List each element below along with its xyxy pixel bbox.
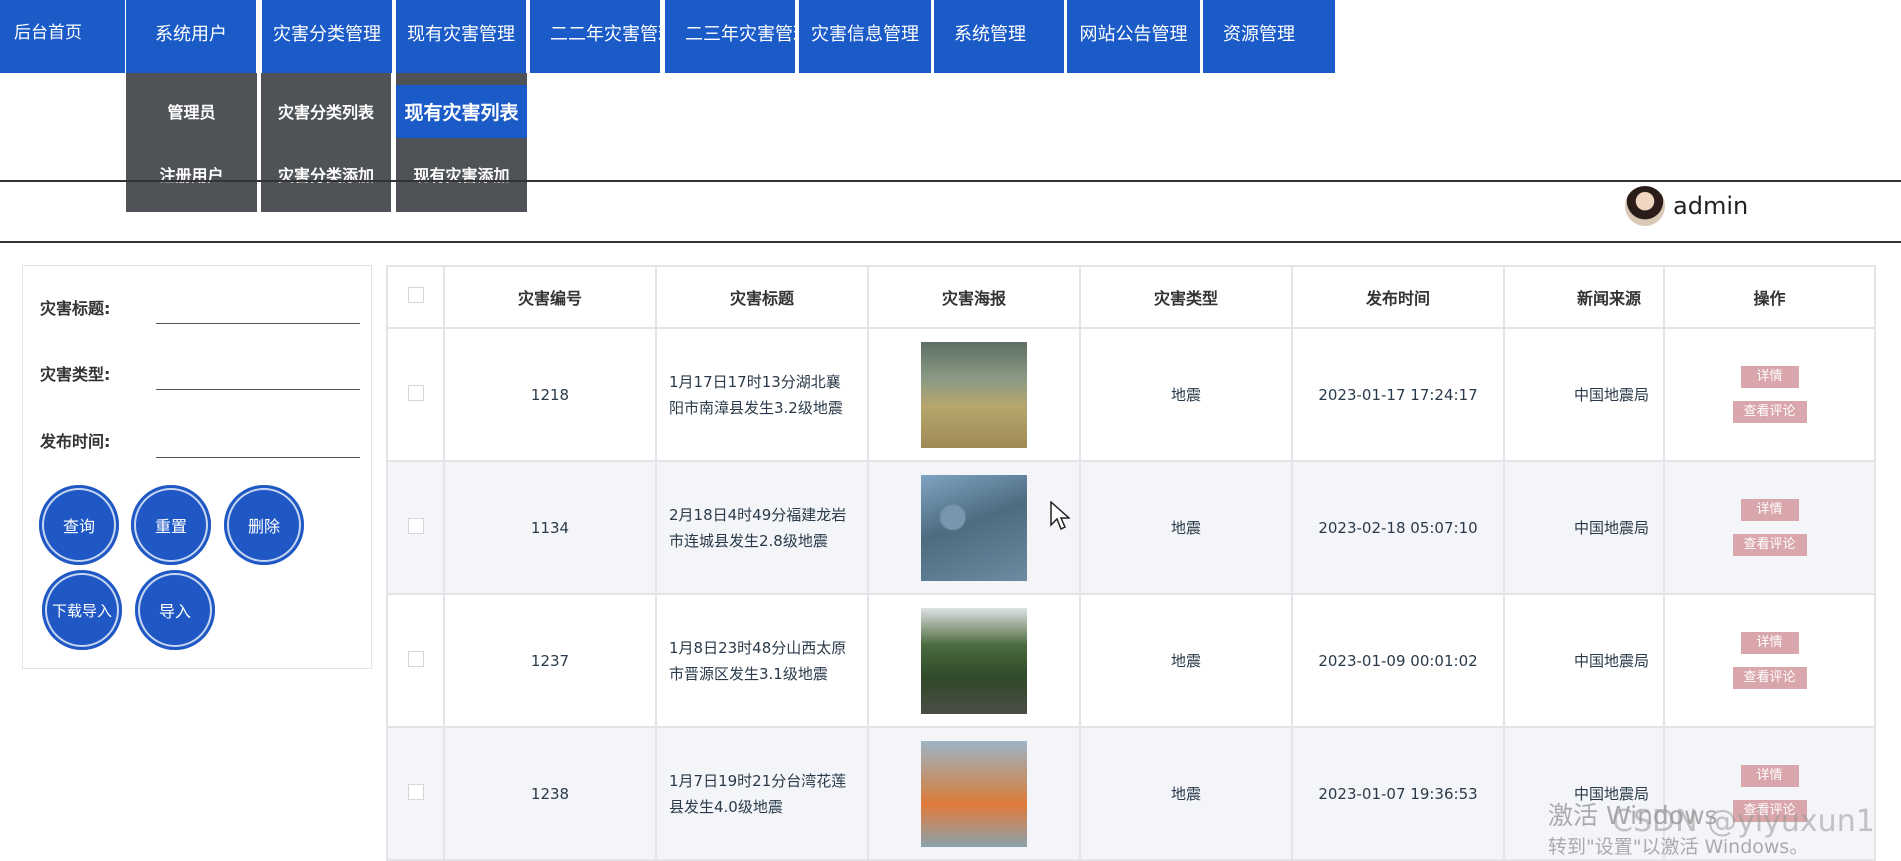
header-time: 发布时间 [1291,265,1505,329]
submenu-item-current-list[interactable]: 现有灾害列表 [396,85,527,138]
query-button[interactable]: 查询 [39,485,119,565]
nav-announcements[interactable]: 网站公告管理 [1067,0,1200,73]
detail-button[interactable]: 详情 [1740,366,1799,388]
header-source: 新闻来源 [1503,265,1665,329]
filter-panel: 灾害标题: 灾害类型: 发布时间: 查询 重置 删除 下载导入 导入 [22,265,372,669]
row-checkbox-cell[interactable] [386,726,445,861]
poster-image[interactable] [921,474,1027,581]
view-comments-button[interactable]: 查看评论 [1732,667,1807,689]
header-poster: 灾害海报 [867,265,1081,329]
nav-system-manage[interactable]: 系统管理 [934,0,1064,73]
submenu-item-category-add[interactable]: 灾害分类添加 [261,144,391,204]
mouse-cursor-icon [1050,501,1070,531]
row-actions: 详情 查看评论 [1663,593,1876,728]
row-title: 1月7日19时21分台湾花莲县发生4.0级地震 [655,726,869,861]
import-button[interactable]: 导入 [135,570,215,650]
row-checkbox-cell[interactable] [386,460,445,595]
delete-button[interactable]: 删除 [224,485,304,565]
header-divider-bottom [0,241,1901,243]
row-time: 2023-01-09 00:01:02 [1291,593,1505,728]
row-type: 地震 [1079,593,1293,728]
time-label: 发布时间: [40,432,111,451]
row-checkbox[interactable] [407,517,424,534]
type-label: 灾害类型: [40,365,111,384]
nav-system-user[interactable]: 系统用户 [126,0,256,73]
header-id: 灾害编号 [443,265,657,329]
submenu-item-category-list[interactable]: 灾害分类列表 [261,81,391,141]
avatar[interactable] [1625,186,1665,226]
row-source: 中国地震局 [1503,593,1665,728]
row-poster-cell [867,593,1081,728]
row-poster-cell [867,460,1081,595]
row-poster-cell [867,327,1081,462]
type-input[interactable] [156,361,360,390]
time-input[interactable] [156,429,360,458]
header-divider-top [0,180,1901,182]
submenu-item-admin[interactable]: 管理员 [126,81,257,141]
reset-button[interactable]: 重置 [131,485,211,565]
header-type: 灾害类型 [1079,265,1293,329]
row-checkbox-cell[interactable] [386,593,445,728]
select-all-checkbox[interactable] [407,287,424,303]
row-type: 地震 [1079,460,1293,595]
view-comments-button[interactable]: 查看评论 [1732,401,1807,423]
row-id: 1134 [443,460,657,595]
csdn-watermark: CSDN @yiyuxun1 [1612,804,1875,839]
detail-button[interactable]: 详情 [1740,632,1799,654]
view-comments-button[interactable]: 查看评论 [1732,534,1807,556]
select-all-checkbox-cell[interactable] [386,265,445,329]
nav-2022-disaster[interactable]: 二二年灾害管理 [530,0,660,73]
title-input[interactable] [156,295,360,324]
nav-disaster-info[interactable]: 灾害信息管理 [799,0,931,73]
poster-image[interactable] [921,740,1027,847]
row-actions: 详情 查看评论 [1663,460,1876,595]
header-actions: 操作 [1663,265,1876,329]
nav-2023-disaster[interactable]: 二三年灾害管理 [665,0,795,73]
nav-home[interactable]: 后台首页 [0,0,125,73]
submenu-item-registered-users[interactable]: 注册用户 [126,144,257,204]
row-time: 2023-01-17 17:24:17 [1291,327,1505,462]
table-header-row: 灾害编号 灾害标题 灾害海报 灾害类型 发布时间 新闻来源 操作 [386,265,1876,329]
submenu-item-current-add[interactable]: 现有灾害添加 [396,144,527,204]
nav-resources[interactable]: 资源管理 [1203,0,1335,73]
row-type: 地震 [1079,726,1293,861]
disaster-table: 灾害编号 灾害标题 灾害海报 灾害类型 发布时间 新闻来源 操作 1218 1月… [386,265,1876,861]
submenu-current: 现有灾害列表 现有灾害添加 [396,73,527,212]
row-id: 1237 [443,593,657,728]
row-source: 中国地震局 [1503,460,1665,595]
poster-image[interactable] [921,341,1027,448]
row-source: 中国地震局 [1503,327,1665,462]
detail-button[interactable]: 详情 [1740,765,1799,787]
row-type: 地震 [1079,327,1293,462]
row-title: 1月17日17时13分湖北襄阳市南漳县发生3.2级地震 [655,327,869,462]
row-time: 2023-01-07 19:36:53 [1291,726,1505,861]
poster-image[interactable] [921,607,1027,714]
table-row: 1134 2月18日4时49分福建龙岩市连城县发生2.8级地震 地震 2023-… [386,460,1876,595]
title-label: 灾害标题: [40,299,111,318]
row-checkbox[interactable] [407,384,424,401]
submenu-system-user: 管理员 注册用户 [126,73,257,212]
user-info[interactable]: admin [1625,186,1748,226]
username: admin [1673,192,1749,220]
row-poster-cell [867,726,1081,861]
row-checkbox[interactable] [407,783,424,800]
row-time: 2023-02-18 05:07:10 [1291,460,1505,595]
table-row: 1218 1月17日17时13分湖北襄阳市南漳县发生3.2级地震 地震 2023… [386,327,1876,462]
header-title: 灾害标题 [655,265,869,329]
table-row: 1237 1月8日23时48分山西太原市晋源区发生3.1级地震 地震 2023-… [386,593,1876,728]
row-id: 1238 [443,726,657,861]
row-actions: 详情 查看评论 [1663,327,1876,462]
detail-button[interactable]: 详情 [1740,499,1799,521]
submenu-category: 灾害分类列表 灾害分类添加 [261,73,391,212]
row-checkbox[interactable] [407,650,424,667]
download-import-button[interactable]: 下载导入 [42,570,122,650]
row-title: 2月18日4时49分福建龙岩市连城县发生2.8级地震 [655,460,869,595]
nav-current-disaster[interactable]: 现有灾害管理 [396,0,526,73]
nav-disaster-category[interactable]: 灾害分类管理 [262,0,392,73]
row-checkbox-cell[interactable] [386,327,445,462]
row-id: 1218 [443,327,657,462]
row-title: 1月8日23时48分山西太原市晋源区发生3.1级地震 [655,593,869,728]
